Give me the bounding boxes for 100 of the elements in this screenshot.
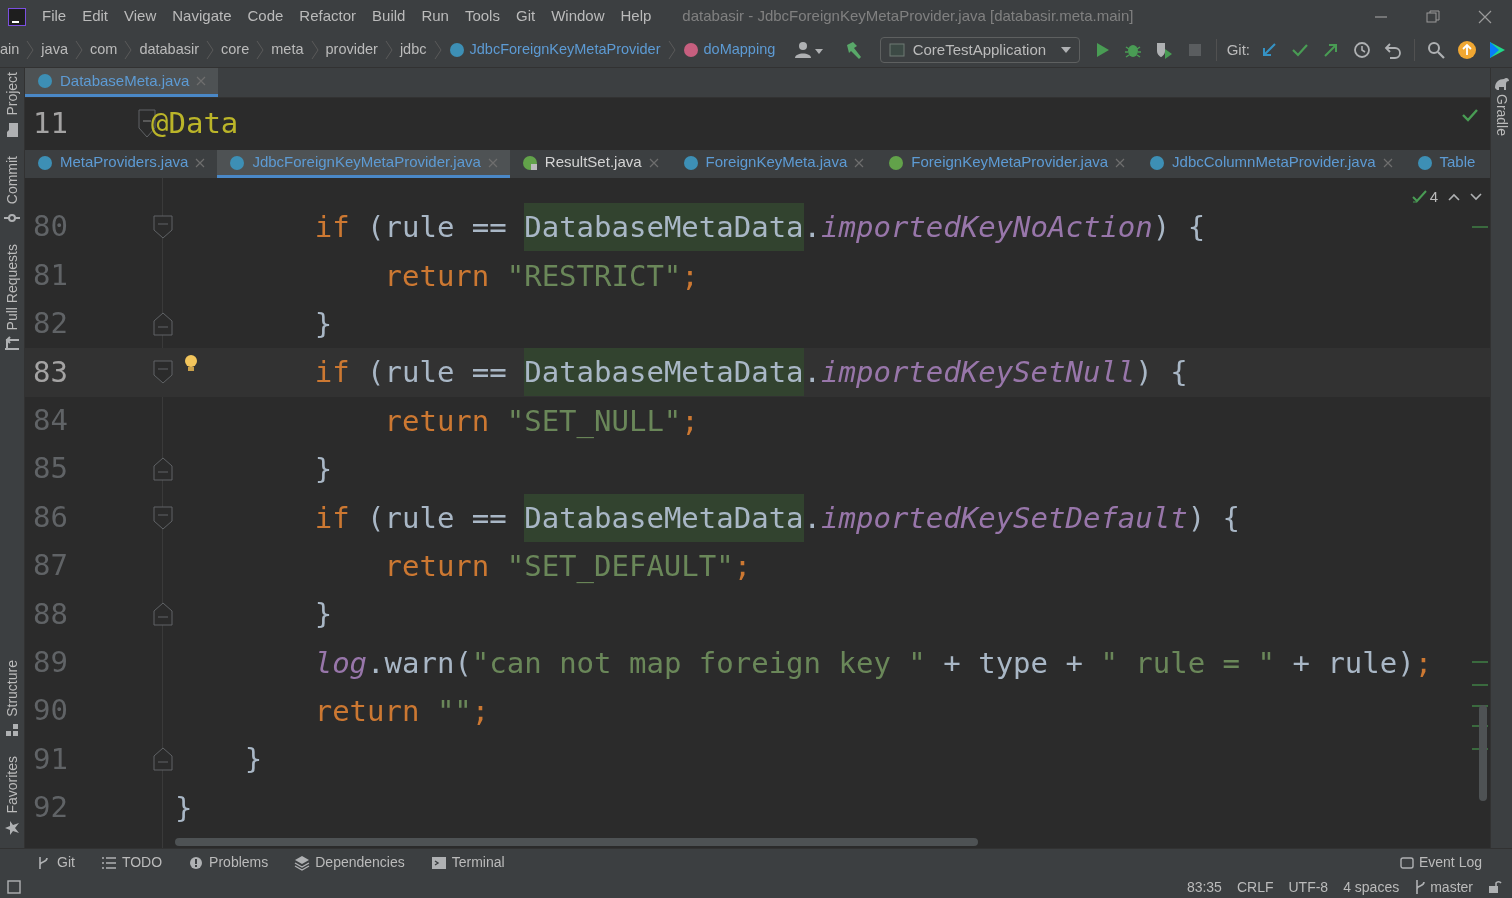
close-icon[interactable] (1115, 157, 1126, 168)
close-icon[interactable] (1382, 157, 1393, 168)
run-config-dropdown[interactable]: CoreTestApplication (879, 37, 1080, 63)
breadcrumb[interactable]: java (41, 39, 68, 61)
breadcrumb[interactable]: core (221, 39, 250, 61)
menu-item[interactable]: File (42, 5, 67, 28)
cursor-position[interactable]: 83:35 (1186, 876, 1222, 898)
interface-icon (521, 154, 538, 171)
menu-item[interactable]: Help (620, 5, 652, 28)
breadcrumb[interactable]: databasir (139, 39, 200, 61)
code-line: return ""; (314, 693, 490, 731)
undo-icon[interactable] (1384, 41, 1402, 59)
file-tab[interactable]: JdbcColumnMetaProvider.java (1137, 150, 1405, 178)
caret-icon (1060, 47, 1071, 53)
lock-icon[interactable] (1488, 880, 1502, 894)
arrow-icon[interactable] (1322, 41, 1340, 59)
breadcrumb[interactable]: provider (325, 39, 378, 61)
tool-window-button[interactable]: TODO (100, 852, 163, 873)
close-icon[interactable] (854, 157, 865, 168)
tool-window-button[interactable]: Terminal (430, 852, 505, 873)
class-icon (37, 73, 53, 89)
branch-widget[interactable]: master (1414, 876, 1473, 898)
elephant-icon (1493, 76, 1510, 90)
breadcrumb[interactable]: jdbc (399, 39, 427, 61)
menu-item[interactable]: Window (551, 5, 605, 28)
tool-window-button[interactable]: Git (36, 852, 75, 873)
clock-icon[interactable] (1353, 41, 1371, 59)
update-icon[interactable] (1457, 40, 1477, 60)
tool-window-button[interactable]: Pull Requests (1, 243, 23, 353)
file-tab[interactable]: ForeignKeyMetaProvider.java (876, 150, 1138, 178)
plugin-logo-icon[interactable] (1488, 41, 1506, 59)
menu-item[interactable]: Tools (464, 5, 500, 28)
chevron-icon (256, 40, 265, 60)
file-encoding[interactable]: UTF-8 (1288, 876, 1329, 898)
menu-item[interactable]: Edit (82, 5, 109, 28)
horizontal-scrollbar[interactable] (175, 838, 978, 846)
line-number: 88 (33, 595, 68, 633)
line-number: 89 (33, 643, 68, 681)
chevron-up-icon[interactable] (1448, 193, 1460, 202)
file-tab[interactable]: MetaProviders.java (25, 150, 218, 178)
window-icon (888, 43, 905, 57)
tool-window-button[interactable]: Problems (188, 852, 269, 873)
file-tab[interactable]: Table (1404, 150, 1488, 178)
breadcrumb[interactable]: doMapping (682, 39, 776, 61)
change-marker (1472, 661, 1488, 663)
lightbulb-icon[interactable] (184, 355, 198, 374)
restore-icon[interactable] (1426, 9, 1440, 24)
code-line: } (314, 305, 333, 343)
interface-icon (888, 154, 905, 171)
code-line: } (175, 789, 193, 827)
star-icon (4, 820, 20, 836)
inspection-status[interactable]: 4 (1411, 186, 1438, 209)
code-line: } (314, 596, 333, 634)
terminal-icon (430, 854, 447, 871)
arrow-icon[interactable] (1260, 41, 1278, 59)
layout-toggle-icon[interactable] (7, 880, 21, 894)
code-line: return "SET_NULL"; (384, 402, 699, 440)
tool-window-button[interactable]: Project (1, 72, 23, 138)
file-tab[interactable]: ForeignKeyMeta.java (670, 150, 877, 178)
chevron-icon (26, 40, 35, 60)
menu-item[interactable]: Navigate (172, 5, 232, 28)
close-icon[interactable] (195, 157, 206, 168)
menu-item[interactable]: Run (421, 5, 449, 28)
class-icon (37, 154, 53, 171)
file-tab[interactable]: ResultSet.java (509, 150, 671, 178)
line-number: 90 (33, 692, 68, 730)
code-line: return "SET_DEFAULT"; (384, 547, 752, 585)
menu-item[interactable]: Refactor (299, 5, 357, 28)
window-title: databasir - JdbcForeignKeyMetaProvider.java [databasir.meta.main] (682, 6, 1134, 27)
menu-item[interactable]: Code (247, 5, 284, 28)
tool-window-button[interactable]: Gradle (1491, 76, 1512, 137)
warning-icon (188, 854, 205, 871)
vertical-scrollbar[interactable] (1479, 705, 1487, 801)
tool-window-button[interactable]: Structure (1, 659, 23, 739)
folder-icon (4, 121, 20, 138)
menu-item[interactable]: View (124, 5, 157, 28)
menu-item[interactable]: Build (372, 5, 406, 28)
code-line: if (rule == DatabaseMetaData.importedKeySetNull) { (314, 348, 1188, 397)
tool-window-button[interactable]: Dependencies (294, 852, 405, 873)
coverage-icon[interactable] (1154, 41, 1173, 59)
breadcrumb[interactable]: com (89, 39, 118, 61)
app-logo-icon (8, 7, 26, 26)
breadcrumb[interactable]: ain (0, 39, 20, 61)
close-icon[interactable] (648, 157, 659, 168)
chevron-icon (124, 40, 133, 60)
tool-window-button[interactable]: Favorites (1, 756, 23, 836)
chevron-icon (433, 40, 442, 60)
user-dropdown-icon[interactable] (793, 41, 824, 59)
breadcrumb[interactable]: meta (271, 39, 304, 61)
menu-item[interactable]: Git (515, 5, 536, 28)
check-icon (1462, 108, 1478, 122)
change-marker (1472, 684, 1488, 686)
search-icon[interactable] (1427, 41, 1445, 59)
close-icon[interactable] (1478, 9, 1492, 24)
line-separator[interactable]: CRLF (1236, 876, 1274, 898)
event-log-button[interactable]: Event Log (1399, 852, 1482, 873)
chevron-down-icon[interactable] (1470, 193, 1482, 202)
breadcrumb[interactable]: JdbcForeignKeyMetaProvider (448, 39, 661, 61)
indent-setting[interactable]: 4 spaces (1343, 876, 1400, 898)
tool-window-button[interactable]: Commit (1, 155, 23, 226)
